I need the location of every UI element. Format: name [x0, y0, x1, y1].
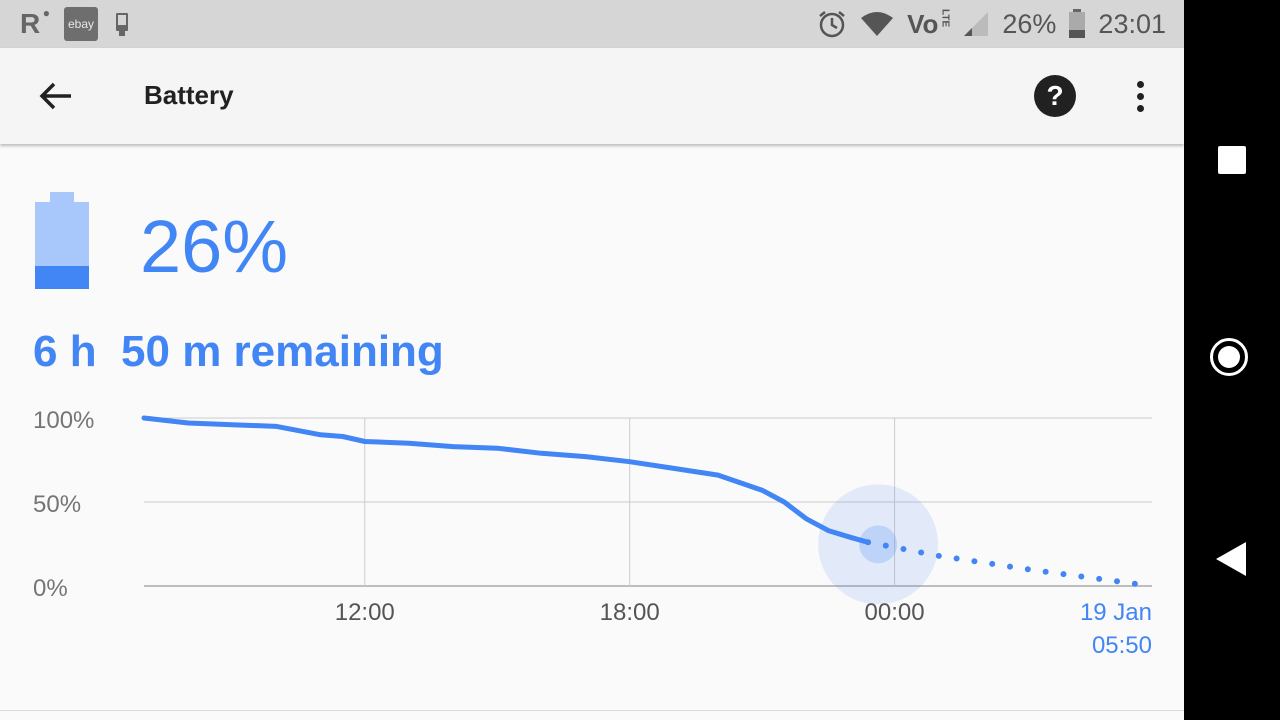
- x-tick-label: 12:00: [335, 599, 395, 626]
- status-time: 23:01: [1098, 8, 1166, 39]
- back-button[interactable]: [32, 72, 80, 120]
- signal-icon: [962, 10, 990, 38]
- wifi-icon: [859, 10, 895, 38]
- divider: [0, 710, 1184, 711]
- ebay-icon: ebay: [64, 7, 98, 41]
- more-vert-icon: [1136, 80, 1144, 88]
- status-bar-right: Vo LTE 26% 23:01: [817, 0, 1166, 48]
- arrow-back-icon: [39, 82, 71, 110]
- help-button[interactable]: ?: [1034, 75, 1076, 117]
- battery-history-line: [141, 415, 871, 545]
- alarm-icon: [817, 9, 847, 39]
- y-tick-label: 0%: [33, 575, 68, 602]
- volte-icon: Vo LTE: [907, 8, 951, 39]
- home-icon[interactable]: [1210, 338, 1248, 376]
- battery-percent: 26%: [140, 205, 289, 288]
- status-bar-left: R ● ebay: [20, 0, 132, 48]
- x-end-label: 19 Jan: [1080, 599, 1152, 626]
- time-remaining: 6 h 50 m remaining: [33, 327, 444, 376]
- status-battery-percent: 26%: [1002, 8, 1057, 39]
- x-end-label: 05:50: [1092, 632, 1152, 659]
- back-triangle-icon[interactable]: [1214, 540, 1248, 578]
- status-battery-icon: [1068, 9, 1086, 39]
- status-bar: R ● ebay Vo LTE 26% 23:01: [0, 0, 1184, 48]
- x-tick-label: 18:00: [600, 599, 660, 626]
- battery-usage-chart: 100%50%0%12:00 18:00 00:00 19 Jan05:50: [33, 407, 1155, 659]
- current-point-marker: [859, 525, 898, 564]
- large-battery-icon: [35, 192, 89, 289]
- r-icon: R ●: [20, 6, 50, 39]
- battery-level-fill: [35, 266, 89, 289]
- recents-icon[interactable]: [1218, 146, 1246, 174]
- more-options-button[interactable]: [1120, 74, 1160, 118]
- device-icon: [112, 11, 132, 37]
- app-bar: Battery ?: [0, 48, 1184, 144]
- y-tick-label: 50%: [33, 491, 81, 518]
- page-title: Battery: [144, 80, 234, 110]
- help-icon: ?: [1046, 80, 1064, 111]
- y-tick-label: 100%: [33, 407, 94, 434]
